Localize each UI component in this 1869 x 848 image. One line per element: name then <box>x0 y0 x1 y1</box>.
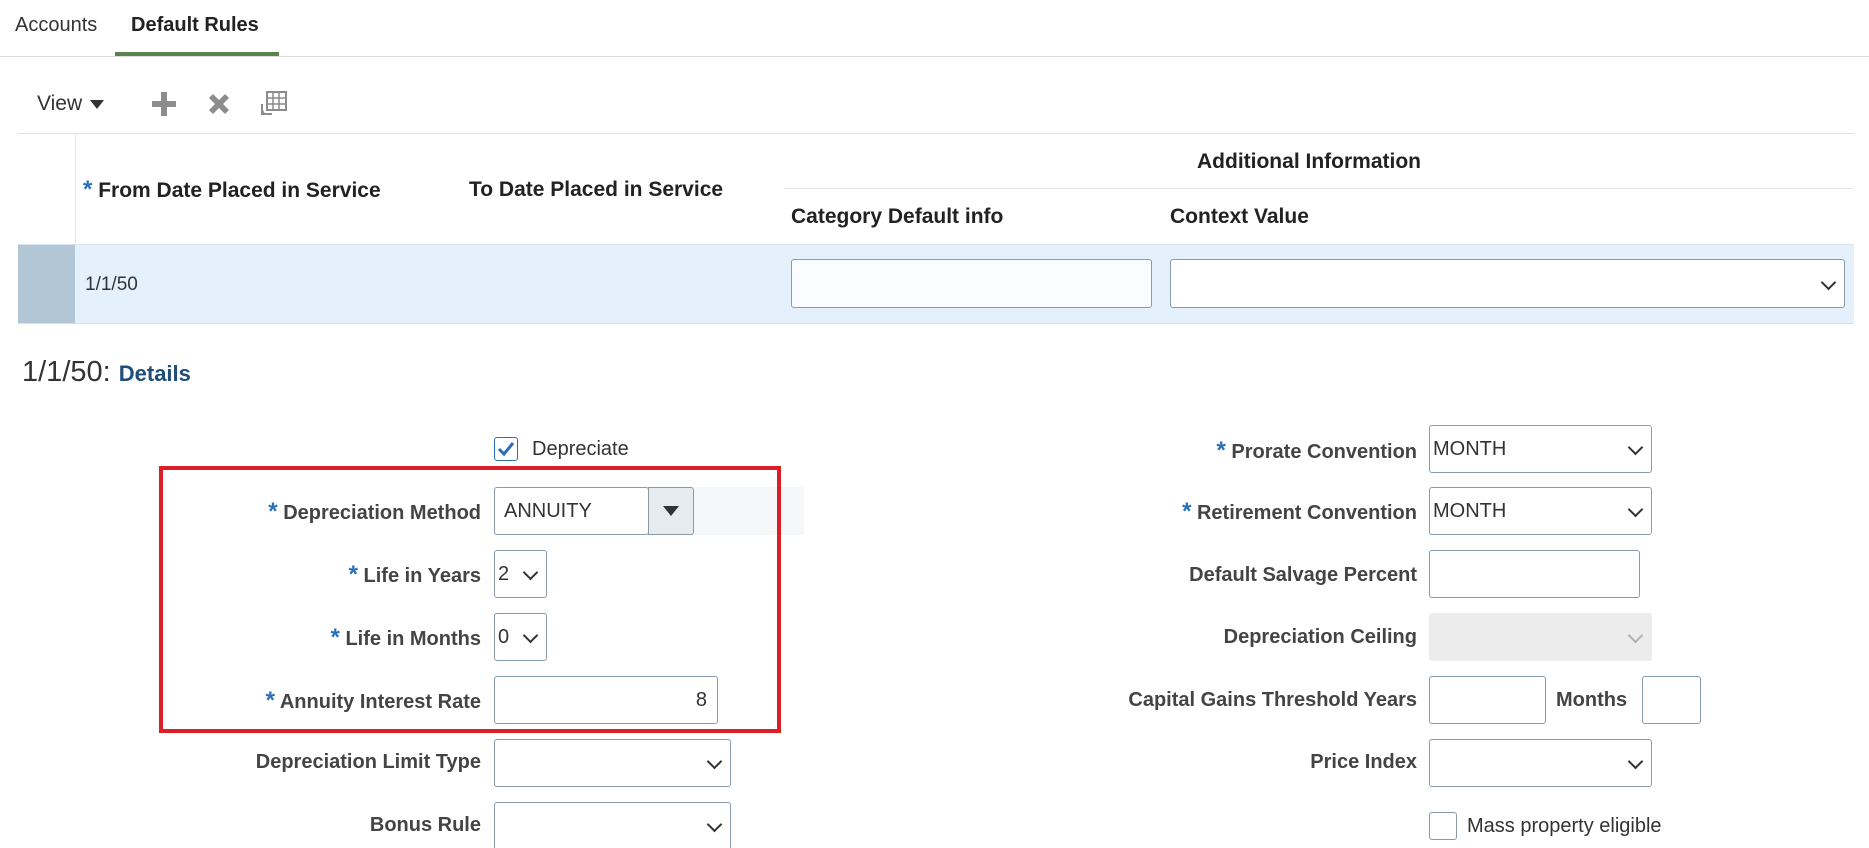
chevron-down-icon <box>1627 753 1644 770</box>
caret-down-icon <box>90 99 105 109</box>
mass-property-eligible-checkbox[interactable] <box>1429 812 1457 840</box>
details-link[interactable]: Details <box>119 361 191 386</box>
details-title-prefix: 1/1/50: <box>22 356 111 388</box>
capital-gains-years-input[interactable] <box>1429 676 1546 724</box>
chevron-down-icon <box>1627 627 1644 644</box>
retirement-convention-label: * Retirement Convention <box>1182 498 1417 525</box>
delete-icon[interactable] <box>203 88 235 120</box>
months-label: Months <box>1556 689 1628 711</box>
capital-gains-threshold-years-label: Capital Gains Threshold Years <box>1128 689 1417 711</box>
category-default-input[interactable] <box>791 259 1152 308</box>
prorate-convention-label: * Prorate Convention <box>1216 437 1417 464</box>
chevron-down-icon <box>1820 274 1837 290</box>
details-title: 1/1/50: Details <box>22 356 191 389</box>
bonus-rule-select[interactable] <box>494 802 731 848</box>
required-marker: * <box>1182 498 1192 525</box>
table-top-border <box>18 133 1854 134</box>
price-index-select[interactable] <box>1429 739 1652 787</box>
view-menu-button[interactable]: View <box>37 92 105 116</box>
freeze-columns-icon[interactable] <box>258 88 290 120</box>
default-salvage-percent-label: Default Salvage Percent <box>1189 564 1417 586</box>
required-marker: * <box>83 176 93 203</box>
depreciation-ceiling-select <box>1429 613 1652 661</box>
cell-from-date: 1/1/50 <box>85 274 138 295</box>
highlight-box <box>159 466 781 733</box>
chevron-down-icon <box>1627 501 1644 518</box>
chevron-down-icon <box>1627 439 1644 456</box>
active-tab-indicator <box>115 52 279 56</box>
row-selector[interactable] <box>18 245 75 323</box>
depreciate-label: Depreciate <box>532 438 629 460</box>
retirement-convention-select[interactable]: MONTH <box>1429 487 1652 535</box>
tab-accounts[interactable]: Accounts <box>15 14 97 37</box>
price-index-label: Price Index <box>1310 751 1417 773</box>
column-header-to-date[interactable]: To Date Placed in Service <box>469 178 723 202</box>
depreciation-limit-type-label: Depreciation Limit Type <box>255 751 481 773</box>
column-group-header-additional-info: Additional Information <box>1197 150 1421 173</box>
required-marker: * <box>1216 437 1226 464</box>
mass-property-eligible-label: Mass property eligible <box>1467 815 1662 837</box>
depreciation-limit-type-select[interactable] <box>494 739 731 787</box>
tab-bar: Accounts Default Rules <box>0 0 1869 57</box>
prorate-convention-select[interactable]: MONTH <box>1429 425 1652 473</box>
capital-gains-months-input[interactable] <box>1642 676 1701 724</box>
column-header-context-value[interactable]: Context Value <box>1170 205 1309 229</box>
depreciate-checkbox[interactable] <box>494 437 518 461</box>
column-header-from-date[interactable]: * From Date Placed in Service <box>83 176 381 204</box>
group-header-divider <box>784 188 1854 189</box>
row-selector-header <box>18 134 76 244</box>
column-header-category-default[interactable]: Category Default info <box>791 205 1003 229</box>
chevron-down-icon <box>706 816 723 832</box>
context-value-select[interactable] <box>1170 259 1845 308</box>
view-menu-label: View <box>37 92 83 115</box>
add-icon[interactable] <box>148 88 180 120</box>
column-header-from-date-label: From Date Placed in Service <box>98 179 381 202</box>
bonus-rule-label: Bonus Rule <box>369 814 481 836</box>
depreciation-ceiling-label: Depreciation Ceiling <box>1223 626 1417 648</box>
default-salvage-percent-input[interactable] <box>1429 550 1640 598</box>
checkmark-icon <box>497 442 515 457</box>
chevron-down-icon <box>706 753 723 770</box>
tab-default-rules[interactable]: Default Rules <box>131 14 259 37</box>
